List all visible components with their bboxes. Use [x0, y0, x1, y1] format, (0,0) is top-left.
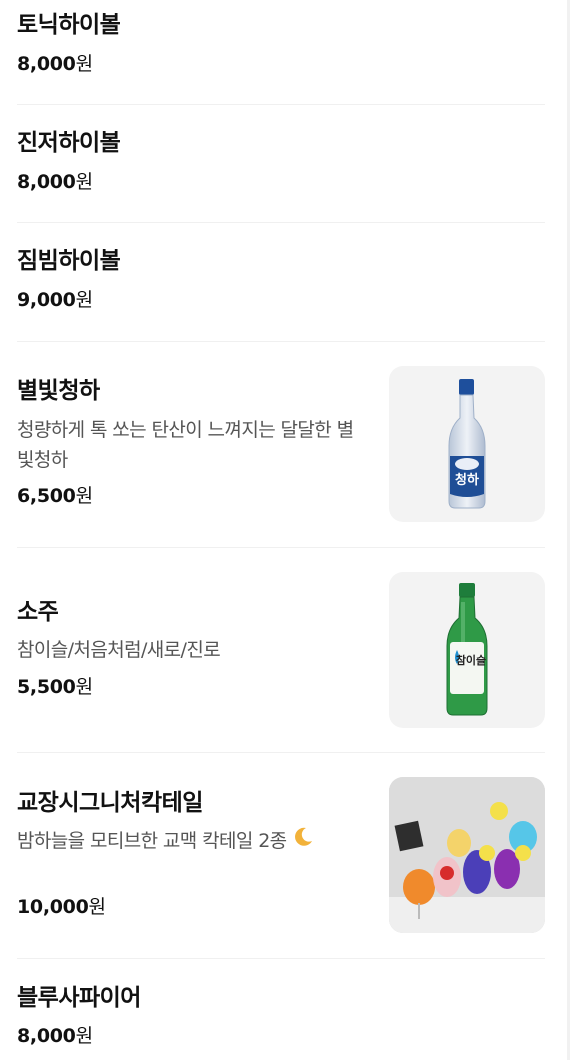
price-amount: 8,000 [17, 53, 76, 75]
price-amount: 5,500 [17, 676, 76, 698]
menu-item-byeolbit-chungha[interactable]: 별빛청하 청량하게 톡 쏘는 탄산이 느껴지는 달달한 별빛청하 6,500원 … [17, 342, 545, 548]
item-name: 토닉하이볼 [17, 12, 121, 38]
price-amount: 10,000 [17, 896, 89, 918]
price-unit: 원 [75, 53, 94, 75]
item-image-chungha-bottle[interactable]: 청하 [389, 366, 545, 522]
svg-text:참이슬: 참이슬 [456, 653, 486, 667]
soju-bottle-icon: 참이슬 [446, 583, 488, 716]
price-amount: 8,000 [17, 171, 76, 193]
item-price: 9,000원 [17, 287, 93, 313]
item-description: 청량하게 톡 쏘는 탄산이 느껴지는 달달한 별빛청하 [17, 419, 354, 471]
menu-item-ginger-highball[interactable]: 진저하이볼 8,000원 [17, 105, 545, 223]
item-price: 8,000원 [17, 51, 93, 77]
item-name: 블루사파이어 [17, 985, 141, 1011]
price-amount: 9,000 [17, 289, 76, 311]
item-name: 짐빔하이볼 [17, 248, 121, 274]
item-name: 교장시그니처칵테일 [17, 790, 203, 816]
price-amount: 8,000 [17, 1025, 76, 1047]
price-unit: 원 [75, 676, 94, 698]
svg-text:청하: 청하 [455, 472, 479, 488]
price-unit: 원 [88, 896, 107, 918]
item-description: 밤하늘을 모티브한 교맥 칵테일 2종 [17, 826, 362, 857]
price-amount: 6,500 [17, 485, 76, 507]
menu-list: 토닉하이볼 8,000원 진저하이볼 8,000원 짐빔하이볼 9,000원 별… [17, 0, 545, 1060]
item-image-soju-bottle[interactable]: 참이슬 [389, 572, 545, 728]
item-description: 참이슬/처음처럼/새로/진로 [17, 639, 221, 661]
item-price: 8,000원 [17, 1023, 93, 1049]
price-unit: 원 [75, 289, 94, 311]
item-name: 소주 [17, 599, 59, 625]
item-description-text: 밤하늘을 모티브한 교맥 칵테일 2종 [17, 830, 287, 852]
item-name: 별빛청하 [17, 378, 100, 404]
item-price: 6,500원 [17, 483, 93, 509]
item-price: 10,000원 [17, 894, 106, 920]
menu-item-soju[interactable]: 소주 참이슬/처음처럼/새로/진로 5,500원 참이슬 [17, 548, 545, 753]
item-price: 8,000원 [17, 169, 93, 195]
menu-item-signature-cocktail[interactable]: 교장시그니처칵테일 밤하늘을 모티브한 교맥 칵테일 2종 10,000원 [17, 753, 545, 959]
item-image-cocktails[interactable] [389, 777, 545, 933]
menu-item-tonic-highball[interactable]: 토닉하이볼 8,000원 [17, 0, 545, 105]
price-unit: 원 [75, 1025, 94, 1047]
price-unit: 원 [75, 485, 94, 507]
menu-item-blue-sapphire[interactable]: 블루사파이어 8,000원 [17, 959, 545, 1060]
item-price: 5,500원 [17, 674, 93, 700]
crescent-moon-icon [292, 826, 314, 857]
item-name: 진저하이볼 [17, 130, 121, 156]
menu-item-jimbeam-highball[interactable]: 짐빔하이볼 9,000원 [17, 223, 545, 342]
chungha-bottle-icon: 청하 [448, 379, 486, 509]
price-unit: 원 [75, 171, 94, 193]
cocktail-glasses-icon [389, 777, 545, 933]
